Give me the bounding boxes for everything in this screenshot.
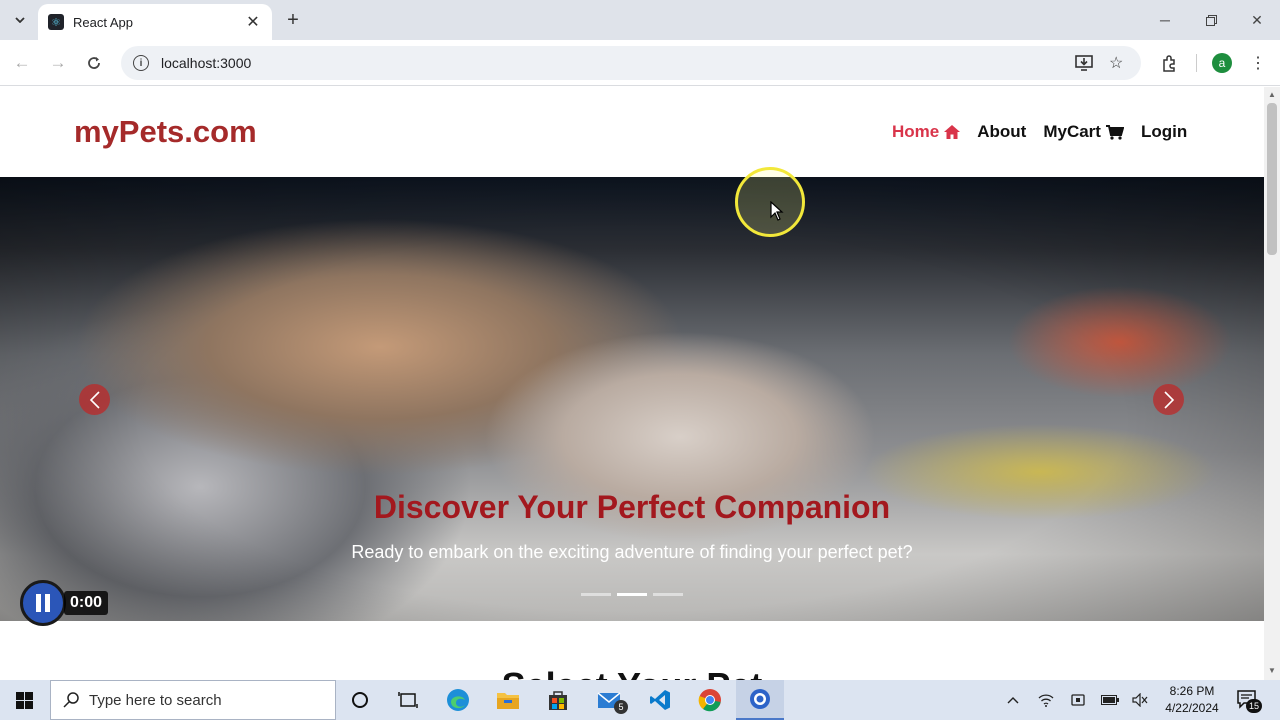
tab-search-menu[interactable] (8, 9, 32, 31)
file-explorer-button[interactable] (484, 680, 532, 720)
folder-icon (497, 693, 519, 709)
browser-toolbar: ← → i localhost:3000 ☆ a ⋮ (0, 40, 1280, 86)
windows-taskbar: Type here to search 5 8:26 PM 4/22/2024 … (0, 680, 1280, 720)
chevron-up-icon (1007, 697, 1019, 704)
volume-muted-icon[interactable] (1128, 680, 1152, 720)
taskbar-clock[interactable]: 8:26 PM 4/22/2024 (1156, 683, 1228, 717)
pause-button[interactable] (20, 580, 66, 626)
search-icon (63, 692, 79, 708)
site-logo[interactable]: myPets.com (74, 114, 257, 150)
screen-recorder-button[interactable] (736, 680, 784, 720)
toolbar-separator (1196, 54, 1197, 72)
mouse-cursor-icon (770, 201, 784, 221)
chevron-down-icon (15, 17, 25, 23)
forward-icon[interactable]: → (46, 51, 70, 75)
pause-icon (36, 594, 50, 612)
address-bar[interactable]: i localhost:3000 ☆ (121, 46, 1141, 80)
extensions-icon[interactable] (1158, 52, 1180, 74)
carousel-indicator[interactable] (581, 593, 611, 596)
url-text: localhost:3000 (161, 55, 252, 71)
main-nav: Home About MyCart Login (892, 122, 1187, 142)
home-icon (944, 125, 961, 139)
nav-mycart[interactable]: MyCart (1043, 122, 1124, 142)
minimize-icon[interactable]: ─ (1142, 0, 1188, 40)
hero-carousel: Discover Your Perfect Companion Ready to… (0, 177, 1264, 621)
page-scrollbar[interactable]: ▲ ▼ (1264, 87, 1280, 680)
cortana-icon (352, 692, 368, 708)
chrome-button[interactable] (686, 680, 734, 720)
hero-title: Discover Your Perfect Companion (373, 489, 891, 525)
new-tab-button[interactable]: + (282, 8, 304, 32)
back-icon[interactable]: ← (10, 51, 34, 75)
show-hidden-icons[interactable] (1002, 680, 1024, 720)
mail-button[interactable]: 5 (586, 680, 634, 720)
task-view-button[interactable] (384, 680, 432, 720)
carousel-indicator[interactable] (617, 593, 647, 596)
nav-home[interactable]: Home (892, 122, 961, 142)
bookmark-star-icon[interactable]: ☆ (1109, 46, 1123, 80)
nav-about-label: About (977, 122, 1027, 141)
scroll-up-icon[interactable]: ▲ (1268, 91, 1276, 99)
browser-tab[interactable]: ⚛ React App ✕ (38, 4, 272, 40)
nav-mycart-label: MyCart (1043, 122, 1101, 141)
cart-icon (1105, 124, 1124, 140)
scroll-down-icon[interactable]: ▼ (1268, 667, 1276, 675)
wifi-icon[interactable] (1034, 680, 1058, 720)
reload-icon[interactable] (82, 51, 106, 75)
taskbar-search-box[interactable]: Type here to search (50, 680, 336, 720)
clock-date: 4/22/2024 (1165, 701, 1219, 715)
close-window-icon[interactable]: ✕ (1234, 0, 1280, 40)
store-icon (549, 691, 567, 710)
nav-home-label: Home (892, 122, 940, 141)
nav-login[interactable]: Login (1141, 122, 1187, 142)
recording-controls: 0:00 (20, 580, 109, 626)
hero-subtitle: Ready to embark on the exciting adventur… (351, 542, 913, 562)
nav-login-label: Login (1140, 122, 1188, 141)
profile-avatar[interactable]: a (1212, 53, 1232, 73)
site-header: myPets.com Home About MyCart Login (0, 87, 1264, 177)
scrollbar-thumb[interactable] (1267, 103, 1277, 255)
carousel-prev-button[interactable] (79, 384, 110, 415)
nav-about[interactable]: About (977, 122, 1026, 142)
battery-icon[interactable] (1098, 680, 1122, 720)
more-menu-icon[interactable]: ⋮ (1247, 52, 1269, 74)
browser-tab-bar: ⚛ React App ✕ + ─ ✕ (0, 0, 1280, 40)
notification-center-button[interactable]: 15 (1236, 688, 1262, 713)
cortana-button[interactable] (336, 680, 384, 720)
search-placeholder: Type here to search (89, 691, 222, 709)
restore-icon[interactable] (1188, 0, 1234, 40)
site-info-icon[interactable]: i (133, 55, 149, 71)
meet-now-icon[interactable] (1066, 680, 1090, 720)
page-viewport: myPets.com Home About MyCart Login Disco… (0, 87, 1264, 680)
mail-badge: 5 (614, 700, 628, 714)
vscode-button[interactable] (636, 680, 684, 720)
chevron-left-icon (89, 390, 100, 409)
chevron-right-icon (1163, 390, 1174, 409)
tab-title: React App (73, 14, 133, 30)
close-tab-icon[interactable]: ✕ (244, 12, 262, 32)
carousel-next-button[interactable] (1153, 384, 1184, 415)
edge-icon (447, 689, 469, 711)
clock-time: 8:26 PM (1169, 684, 1215, 698)
react-icon: ⚛ (48, 14, 64, 30)
edge-button[interactable] (434, 680, 482, 720)
chrome-icon (698, 689, 721, 712)
install-app-icon[interactable] (1075, 46, 1093, 80)
section-heading: Select Your Pet (0, 665, 1264, 680)
start-button[interactable] (0, 680, 48, 720)
carousel-indicator[interactable] (653, 593, 683, 596)
vscode-icon (650, 690, 670, 710)
notification-count: 15 (1246, 699, 1262, 713)
windows-icon (15, 691, 33, 709)
store-button[interactable] (534, 680, 582, 720)
recorder-icon (750, 689, 770, 709)
task-view-icon (398, 692, 418, 708)
recording-time: 0:00 (64, 591, 109, 615)
carousel-indicators (581, 593, 689, 596)
